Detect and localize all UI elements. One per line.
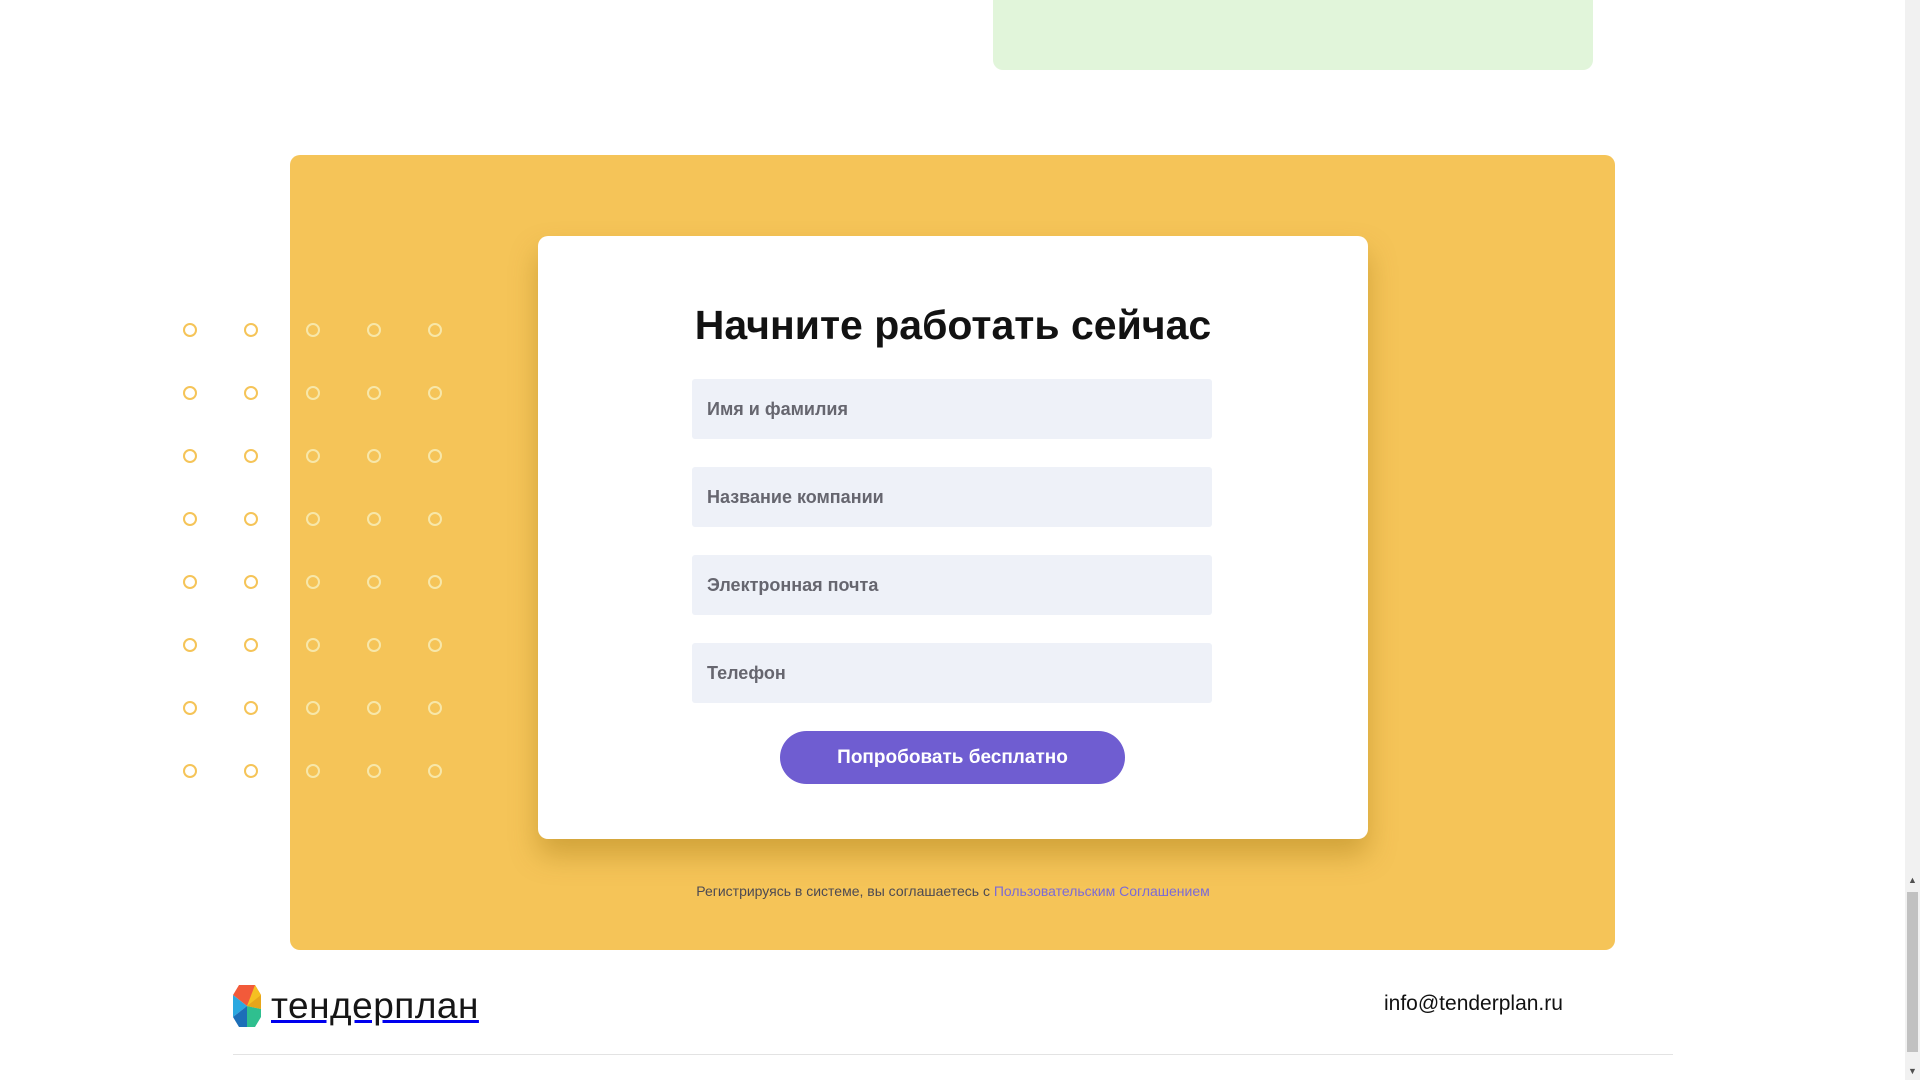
decorative-dot [306,701,320,715]
scroll-up-arrow-icon[interactable]: ▲ [1907,875,1918,885]
decorative-dot [183,386,197,400]
decorative-dot [367,701,381,715]
footer-divider [233,1054,1673,1055]
decorative-dot [306,764,320,778]
decorative-dots-grid [183,323,463,783]
footer-email-link[interactable]: info@tenderplan.ru [1384,992,1563,1016]
name-field[interactable] [692,379,1212,439]
decorative-dot [428,449,442,463]
scrollbar-thumb[interactable] [1907,892,1918,1052]
page: Начните работать сейчас Попробовать бесп… [0,0,1920,1080]
decorative-dot [428,638,442,652]
decorative-dot [367,449,381,463]
decorative-dot [367,512,381,526]
decorative-dot [306,512,320,526]
user-agreement-link[interactable]: Пользовательским Соглашением [994,883,1210,899]
decorative-dot [306,449,320,463]
decorative-dot [244,575,258,589]
decorative-dot [244,386,258,400]
tenderplan-logo[interactable]: тендерплан [233,985,479,1027]
company-field[interactable] [692,467,1212,527]
email-field[interactable] [692,555,1212,615]
decorative-dot [428,764,442,778]
decorative-dot [244,449,258,463]
decorative-dot [367,575,381,589]
decorative-dot [244,512,258,526]
decorative-dot [244,701,258,715]
decorative-dot [306,386,320,400]
decorative-dot [183,449,197,463]
decorative-dot [428,512,442,526]
decorative-dot [183,638,197,652]
decorative-dot [183,575,197,589]
logo-text: тендерплан [271,985,479,1026]
decorative-dot [428,386,442,400]
decorative-dot [244,638,258,652]
form-title: Начните работать сейчас [694,302,1212,348]
green-info-block [993,0,1593,70]
decorative-dot [244,764,258,778]
decorative-dot [306,575,320,589]
phone-field[interactable] [692,643,1212,703]
decorative-dot [306,638,320,652]
try-free-button[interactable]: Попробовать бесплатно [780,731,1125,784]
decorative-dot [183,764,197,778]
terms-text: Регистрируясь в системе, вы соглашаетесь… [0,883,1906,899]
decorative-dot [183,701,197,715]
decorative-dot [183,512,197,526]
decorative-dot [367,764,381,778]
scroll-down-arrow-icon[interactable]: ▼ [1907,1066,1918,1076]
terms-prefix: Регистрируясь в системе, вы соглашаетесь… [696,883,994,899]
decorative-dot [428,701,442,715]
tenderplan-logo-icon [233,985,261,1027]
decorative-dot [367,638,381,652]
decorative-dot [428,575,442,589]
decorative-dot [367,386,381,400]
